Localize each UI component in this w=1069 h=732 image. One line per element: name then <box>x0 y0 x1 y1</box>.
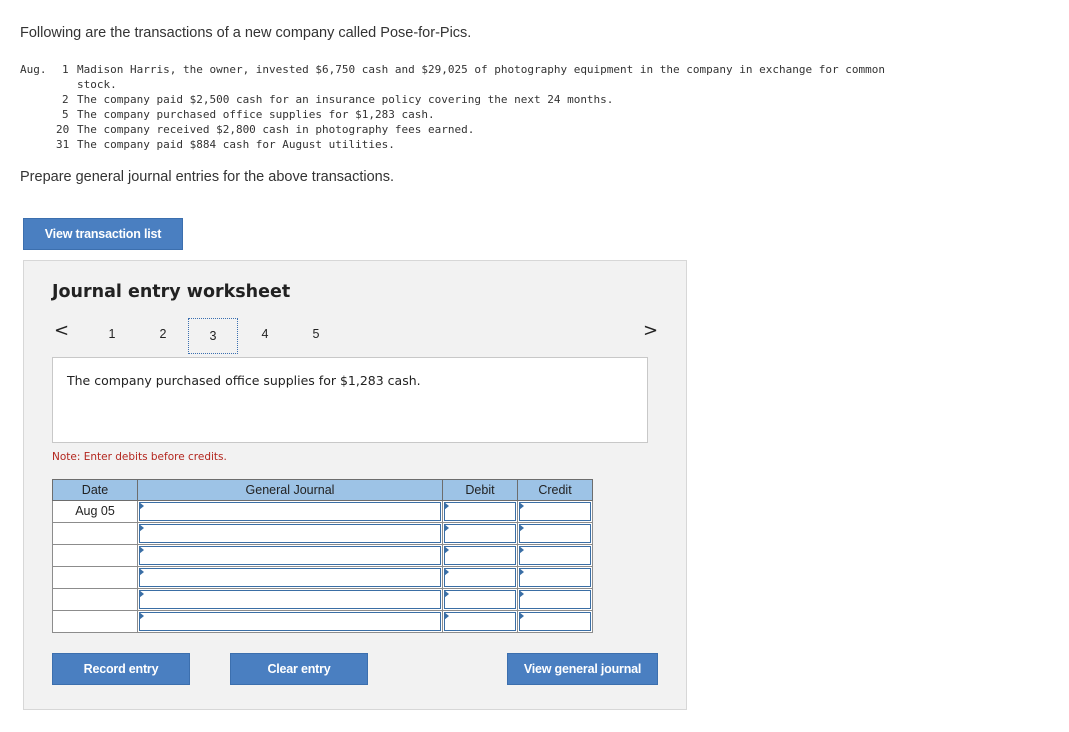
credit-input[interactable] <box>519 524 591 543</box>
date-cell <box>52 610 138 633</box>
tab-3[interactable]: 3 <box>188 318 238 354</box>
date-cell <box>52 588 138 611</box>
account-input[interactable] <box>139 524 441 543</box>
account-input[interactable] <box>139 502 441 521</box>
account-input[interactable] <box>139 590 441 609</box>
debit-credit-note: Note: Enter debits before credits. <box>52 451 227 463</box>
transaction-description: The company purchased office supplies fo… <box>67 373 421 388</box>
transaction-day: 2 <box>62 93 69 106</box>
tab-2[interactable]: 2 <box>156 327 170 341</box>
transaction-month: Aug. <box>20 63 47 76</box>
debit-cell[interactable] <box>442 610 518 633</box>
debit-cell[interactable] <box>442 522 518 545</box>
date-cell <box>52 522 138 545</box>
account-cell[interactable] <box>137 610 443 633</box>
instructions: Prepare general journal entries for the … <box>20 169 394 185</box>
debit-input[interactable] <box>444 590 516 609</box>
account-input[interactable] <box>139 546 441 565</box>
debit-cell[interactable] <box>442 500 518 523</box>
transaction-text: The company paid $884 cash for August ut… <box>77 138 395 151</box>
worksheet-title: Journal entry worksheet <box>52 282 291 302</box>
account-input[interactable] <box>139 612 441 631</box>
tab-1[interactable]: 1 <box>105 327 119 341</box>
account-cell[interactable] <box>137 544 443 567</box>
journal-row <box>52 544 593 567</box>
credit-cell[interactable] <box>517 610 593 633</box>
tab-4[interactable]: 4 <box>258 327 272 341</box>
journal-table: Date General Journal Debit Credit Aug 05 <box>52 479 593 633</box>
view-general-journal-button[interactable]: View general journal <box>507 653 658 685</box>
account-cell[interactable] <box>137 566 443 589</box>
account-cell[interactable] <box>137 588 443 611</box>
chevron-right-icon[interactable]: > <box>643 321 658 341</box>
debit-input[interactable] <box>444 502 516 521</box>
journal-row <box>52 588 593 611</box>
journal-row <box>52 566 593 589</box>
credit-cell[interactable] <box>517 500 593 523</box>
general-journal-header: General Journal <box>137 479 443 501</box>
clear-entry-button[interactable]: Clear entry <box>230 653 368 685</box>
debit-input[interactable] <box>444 612 516 631</box>
debit-cell[interactable] <box>442 544 518 567</box>
journal-header-row: Date General Journal Debit Credit <box>52 479 593 501</box>
debit-cell[interactable] <box>442 566 518 589</box>
credit-cell[interactable] <box>517 588 593 611</box>
journal-row <box>52 522 593 545</box>
debit-input[interactable] <box>444 546 516 565</box>
transaction-text: stock. <box>77 78 117 91</box>
credit-input[interactable] <box>519 546 591 565</box>
tab-5[interactable]: 5 <box>309 327 323 341</box>
debit-input[interactable] <box>444 568 516 587</box>
credit-input[interactable] <box>519 590 591 609</box>
account-cell[interactable] <box>137 500 443 523</box>
account-cell[interactable] <box>137 522 443 545</box>
credit-input[interactable] <box>519 502 591 521</box>
credit-header: Credit <box>517 479 593 501</box>
chevron-left-icon[interactable]: < <box>54 321 69 341</box>
credit-cell[interactable] <box>517 566 593 589</box>
transaction-description-box: The company purchased office supplies fo… <box>52 357 648 443</box>
debit-input[interactable] <box>444 524 516 543</box>
transaction-day: 31 <box>56 138 70 151</box>
transaction-text: The company paid $2,500 cash for an insu… <box>77 93 614 106</box>
transaction-text: The company purchased office supplies fo… <box>77 108 435 121</box>
journal-row: Aug 05 <box>52 500 593 523</box>
transaction-day: 20 <box>56 123 70 136</box>
view-transaction-list-button[interactable]: View transaction list <box>23 218 183 250</box>
credit-input[interactable] <box>519 612 591 631</box>
transaction-day: 1 <box>62 63 69 76</box>
date-cell <box>52 544 138 567</box>
date-header: Date <box>52 479 138 501</box>
transaction-text: The company received $2,800 cash in phot… <box>77 123 475 136</box>
record-entry-button[interactable]: Record entry <box>52 653 190 685</box>
debit-header: Debit <box>442 479 518 501</box>
credit-cell[interactable] <box>517 544 593 567</box>
date-cell: Aug 05 <box>52 500 138 523</box>
debit-cell[interactable] <box>442 588 518 611</box>
journal-entry-worksheet: Journal entry worksheet < 1 2 3 4 5 > Th… <box>23 260 687 710</box>
intro-text: Following are the transactions of a new … <box>20 25 472 41</box>
account-input[interactable] <box>139 568 441 587</box>
transaction-text: Madison Harris, the owner, invested $6,7… <box>77 63 885 76</box>
date-cell <box>52 566 138 589</box>
journal-row <box>52 610 593 633</box>
credit-cell[interactable] <box>517 522 593 545</box>
credit-input[interactable] <box>519 568 591 587</box>
transaction-day: 5 <box>62 108 69 121</box>
